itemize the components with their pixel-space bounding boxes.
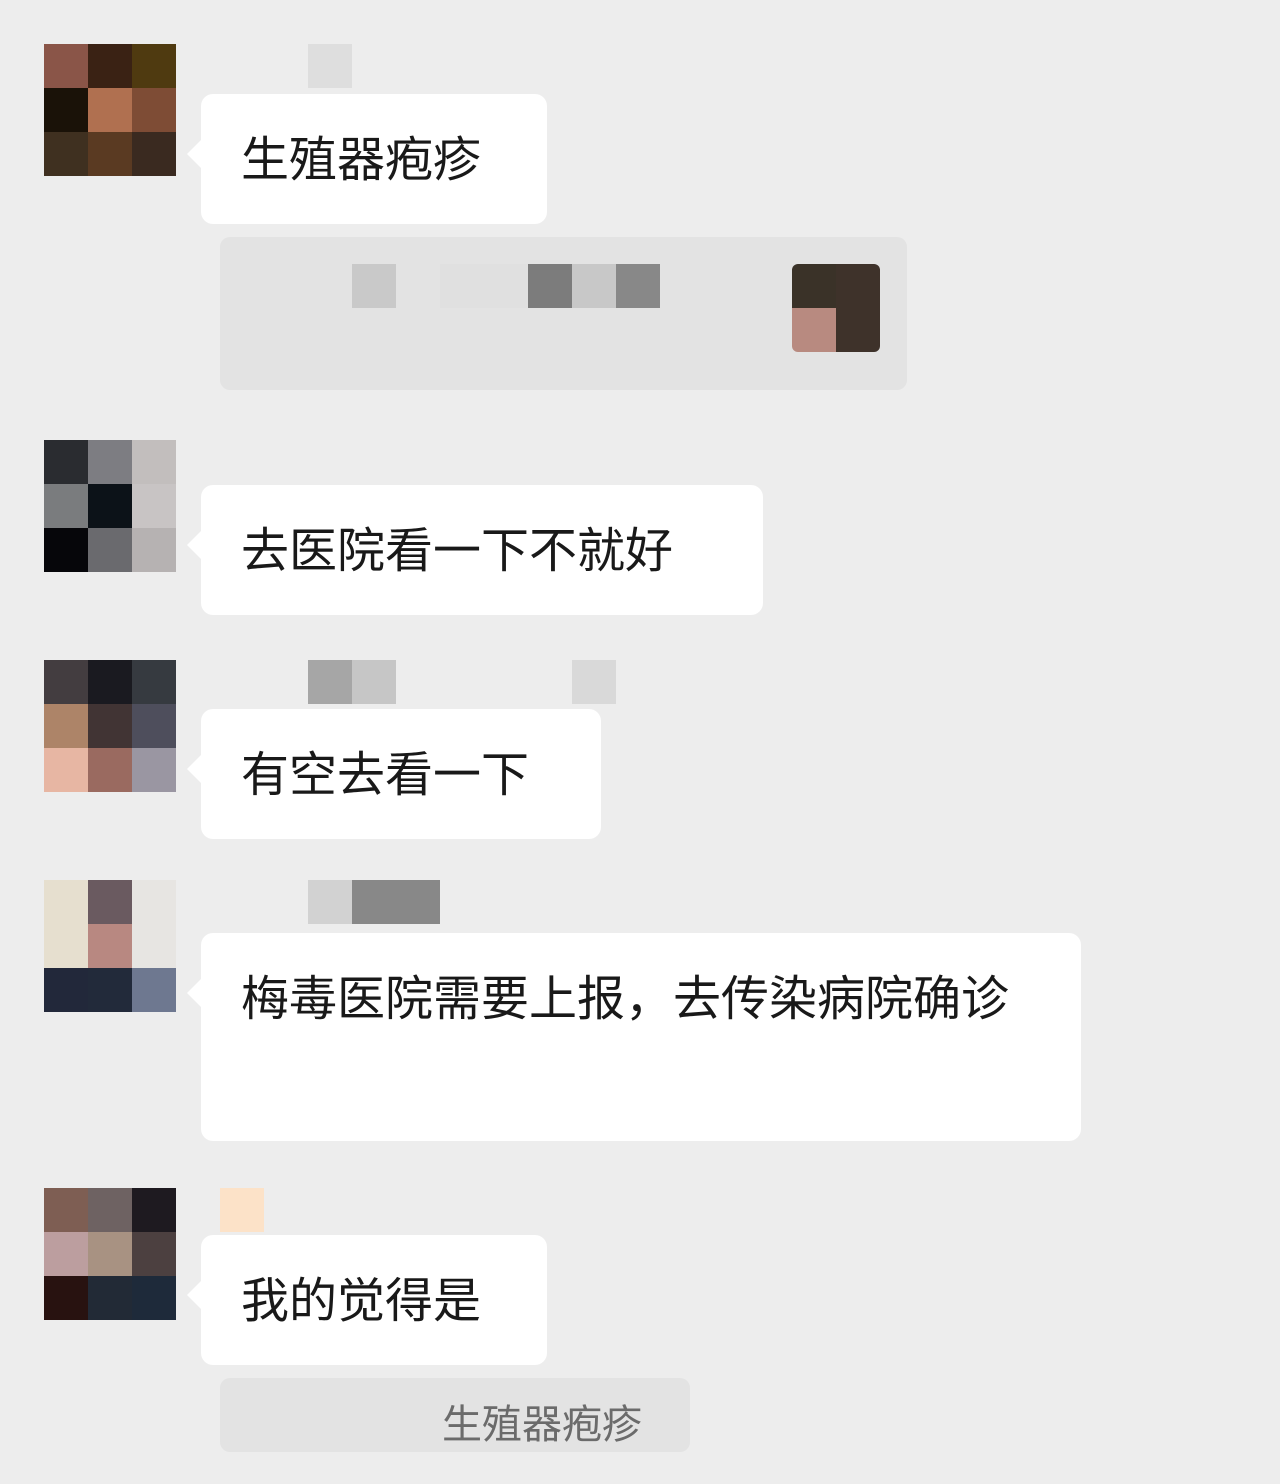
avatar-pixel [88,1188,132,1232]
avatar-pixel [44,132,88,176]
card-pixel [528,264,572,308]
avatar-pixel [132,44,176,88]
card-title-pixels [352,264,660,308]
avatar-pixel [132,924,176,968]
avatar-pixel [88,44,132,88]
quoted-text: 生殖器疱疹 [442,1402,642,1448]
quoted-reply[interactable]: 生殖器疱疹 [220,1378,690,1452]
avatar-pixel [132,968,176,1012]
avatar-pixel [88,132,132,176]
avatar-pixel [88,924,132,968]
avatar[interactable] [44,440,176,572]
avatar-pixel [132,528,176,572]
avatar[interactable] [44,1188,176,1320]
avatar-pixel [88,748,132,792]
sender-name-part [572,660,616,704]
avatar-pixel [88,88,132,132]
sender-name [220,1188,264,1232]
message-text: 去医院看一下不就好 [241,523,674,579]
card-pixel [616,264,660,308]
avatar-pixel [88,1276,132,1320]
sender-name [308,880,440,924]
avatar-pixel [88,484,132,528]
name-pixel [308,44,352,88]
card-pixel [484,264,528,308]
message-text: 梅毒医院需要上报，去传染病院确诊 [241,971,1010,1027]
avatar-pixel [132,1188,176,1232]
avatar-pixel [132,132,176,176]
avatar-pixel [132,880,176,924]
avatar-pixel [44,440,88,484]
name-pixel [308,880,352,924]
sender-name [308,44,352,88]
avatar-pixel [88,440,132,484]
avatar-pixel [132,1232,176,1276]
avatar-pixel [88,1232,132,1276]
thumb-pixel [792,264,836,308]
avatar-pixel [44,880,88,924]
avatar-pixel [44,1232,88,1276]
avatar-pixel [44,88,88,132]
message-text: 生殖器疱疹 [241,132,482,188]
avatar-pixel [88,704,132,748]
shared-card[interactable] [220,237,907,390]
card-pixel [352,264,396,308]
name-pixel [308,660,352,704]
thumb-pixel [836,264,880,308]
card-pixel [440,264,484,308]
name-pixel [352,880,396,924]
avatar-pixel [132,484,176,528]
avatar-pixel [44,704,88,748]
avatar-pixel [44,748,88,792]
avatar-pixel [88,528,132,572]
avatar-pixel [132,88,176,132]
name-pixel [396,880,440,924]
card-thumbnail [792,264,880,352]
message-bubble[interactable]: 去医院看一下不就好 [187,485,763,615]
avatar[interactable] [44,44,176,176]
avatar[interactable] [44,660,176,792]
message-bubble[interactable]: 有空去看一下 [187,709,601,839]
sender-name [308,660,396,704]
avatar-pixel [44,660,88,704]
avatar-pixel [88,660,132,704]
avatar-pixel [88,968,132,1012]
message-bubble[interactable]: 我的觉得是 [187,1235,547,1365]
avatar-pixel [44,528,88,572]
avatar-pixel [44,1188,88,1232]
avatar[interactable] [44,880,176,1012]
avatar-pixel [132,1276,176,1320]
avatar-pixel [44,44,88,88]
avatar-pixel [132,660,176,704]
avatar-pixel [44,1276,88,1320]
avatar-pixel [132,704,176,748]
thumb-pixel [836,308,880,352]
avatar-pixel [44,484,88,528]
avatar-pixel [132,748,176,792]
avatar-pixel [88,880,132,924]
card-pixel [572,264,616,308]
avatar-pixel [44,968,88,1012]
message-bubble[interactable]: 梅毒医院需要上报，去传染病院确诊 [187,933,1081,1141]
name-pixel [352,660,396,704]
avatar-pixel [44,924,88,968]
name-pixel [572,660,616,704]
message-text: 有空去看一下 [241,747,530,803]
message-text: 我的觉得是 [241,1273,482,1329]
name-pixel [220,1188,264,1232]
message-bubble[interactable]: 生殖器疱疹 [187,94,547,224]
thumb-pixel [792,308,836,352]
avatar-pixel [132,440,176,484]
